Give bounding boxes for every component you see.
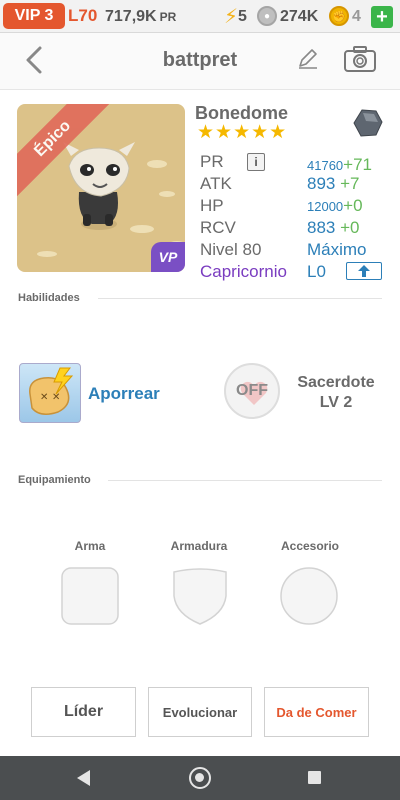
stat-hp: HP 12000+0 — [200, 196, 390, 218]
stat-atk-number: 893 — [307, 174, 336, 193]
stat-hp-value: 12000+0 — [307, 196, 363, 216]
stat-rcv-value: 883 +0 — [307, 218, 360, 238]
coin-icon: ● — [257, 6, 277, 26]
stat-atk-value: 893 +7 — [307, 174, 360, 194]
skills-section-title: Habilidades — [18, 292, 80, 304]
stat-zodiac-value: L0 — [307, 262, 326, 281]
system-nav-bar — [0, 756, 400, 800]
nav-back-icon[interactable] — [76, 769, 92, 787]
stat-rcv-bonus: +0 — [340, 218, 360, 237]
player-level: L70 — [68, 6, 98, 25]
stat-level: Nivel 80 Máximo — [200, 240, 390, 262]
stat-zodiac: Capricornio L0 — [200, 262, 390, 284]
total-pr-unit: PR — [159, 10, 177, 24]
divider — [108, 480, 382, 481]
zodiac-upgrade-button[interactable] — [346, 262, 382, 280]
total-pr-value: 717,9K — [105, 8, 157, 25]
stat-atk-bonus: +7 — [340, 174, 360, 193]
edit-icon[interactable] — [296, 47, 320, 71]
arrow-up-icon — [358, 265, 370, 277]
active-skill-name[interactable]: Aporrear — [88, 384, 160, 404]
add-currency-button[interactable]: + — [371, 6, 393, 28]
stat-pr-value: 41760+71 — [307, 155, 372, 175]
feed-button[interactable]: Da de Comer — [264, 687, 369, 737]
stat-hp-label: HP — [200, 196, 224, 215]
stat-rcv-number: 883 — [307, 218, 336, 237]
svg-text:✕: ✕ — [40, 392, 48, 403]
energy-count: 5 — [238, 8, 247, 25]
leader-skill-title: Sacerdote — [297, 374, 375, 391]
accessory-label: Accesorio — [280, 539, 340, 553]
camera-icon[interactable] — [343, 44, 377, 74]
stat-rcv-label: RCV — [200, 218, 236, 237]
leader-button[interactable]: Líder — [31, 687, 136, 737]
leader-skill-level: LV 2 — [319, 394, 353, 411]
stat-rcv: RCV 883 +0 — [200, 218, 390, 240]
equipment-section-title: Equipamiento — [18, 474, 91, 486]
total-pr: 717,9K PR — [105, 8, 176, 26]
stat-atk-label: ATK — [200, 174, 232, 193]
weapon-label: Arma — [74, 539, 106, 553]
star-rating: ★★★★★ — [197, 122, 288, 143]
stat-pr: PR i 41760+71 — [200, 152, 390, 174]
page-title: battpret — [162, 49, 238, 71]
gem-count: 4 — [352, 8, 361, 25]
stat-zodiac-label: Capricornio — [200, 262, 287, 281]
page-header: battpret — [0, 33, 400, 90]
gem-icon: ✊ — [329, 6, 349, 26]
info-icon[interactable]: i — [247, 153, 265, 171]
stat-hp-bonus: +0 — [343, 196, 363, 215]
stat-pr-number: 41760 — [307, 158, 344, 173]
leader-skill-name: Sacerdote LV 2 — [288, 373, 384, 413]
stat-level-value: Máximo — [307, 240, 367, 259]
evolve-button[interactable]: Evolucionar — [148, 687, 252, 737]
bonk-skill-icon: ✕ ✕ — [29, 367, 74, 415]
rock-element-icon — [353, 109, 383, 137]
lightning-icon: ⚡ — [224, 6, 239, 28]
accessory-slot[interactable] — [279, 566, 339, 626]
stat-pr-bonus: +71 — [343, 155, 372, 174]
stat-level-label: Nivel 80 — [200, 240, 262, 259]
divider — [98, 298, 382, 299]
status-bar: VIP 3 L70 717,9K PR ⚡ 5 ● 274K ✊ 4 + — [0, 0, 400, 33]
armor-slot[interactable] — [170, 566, 230, 626]
off-label: OFF — [236, 382, 268, 399]
armor-label: Armadura — [170, 539, 228, 553]
nav-recents-icon[interactable] — [308, 771, 321, 784]
active-skill-icon[interactable]: ✕ ✕ — [19, 363, 81, 423]
pet-portrait[interactable]: Épico VP — [17, 104, 185, 272]
vp-badge: VP — [151, 242, 185, 272]
vip-badge[interactable]: VIP 3 — [3, 3, 65, 29]
leader-skill-toggle[interactable]: OFF — [224, 363, 280, 419]
coin-count: 274K — [280, 8, 319, 25]
stat-atk: ATK 893 +7 — [200, 174, 390, 196]
stat-pr-label: PR — [200, 152, 224, 171]
stat-hp-number: 12000 — [307, 199, 344, 214]
nav-home-icon[interactable] — [189, 767, 211, 789]
weapon-slot[interactable] — [60, 566, 120, 626]
